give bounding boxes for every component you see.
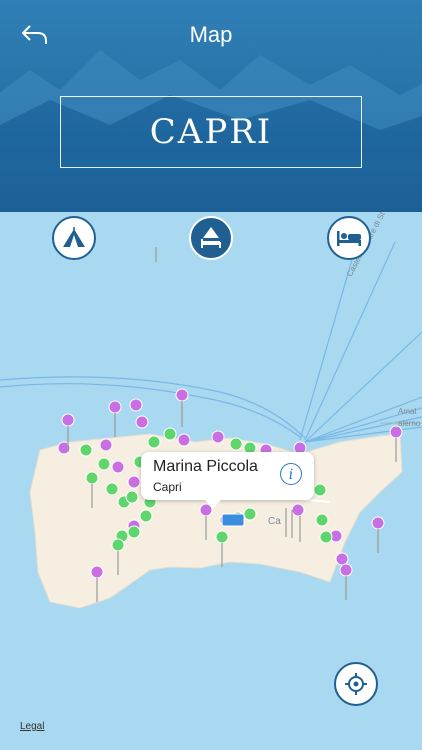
crosshair-icon [345,673,367,695]
town-label: Ca [268,516,281,527]
legal-link[interactable]: Legal [20,721,44,732]
callout-title: Marina Piccola [153,458,258,475]
road-label-salerno: alerno [398,419,421,428]
selected-pin-marker [221,513,245,527]
map-callout[interactable]: Marina Piccola Capri i [141,452,314,508]
page-title: Map [189,22,233,47]
category-camp-hotel-button[interactable] [189,216,233,260]
locate-me-button[interactable] [334,662,378,706]
callout-subtitle: Capri [153,480,182,494]
category-hotel-button[interactable] [327,216,371,260]
road-label-amalfi: Amal [398,407,417,416]
tent-icon [63,227,85,247]
banner-title: CAPRI [60,96,362,168]
bed-icon [337,231,361,246]
info-icon[interactable]: i [280,463,302,485]
category-tent-button[interactable] [52,216,96,260]
header-banner: Map CAPRI [0,0,422,212]
camp-bed-icon [201,227,221,248]
